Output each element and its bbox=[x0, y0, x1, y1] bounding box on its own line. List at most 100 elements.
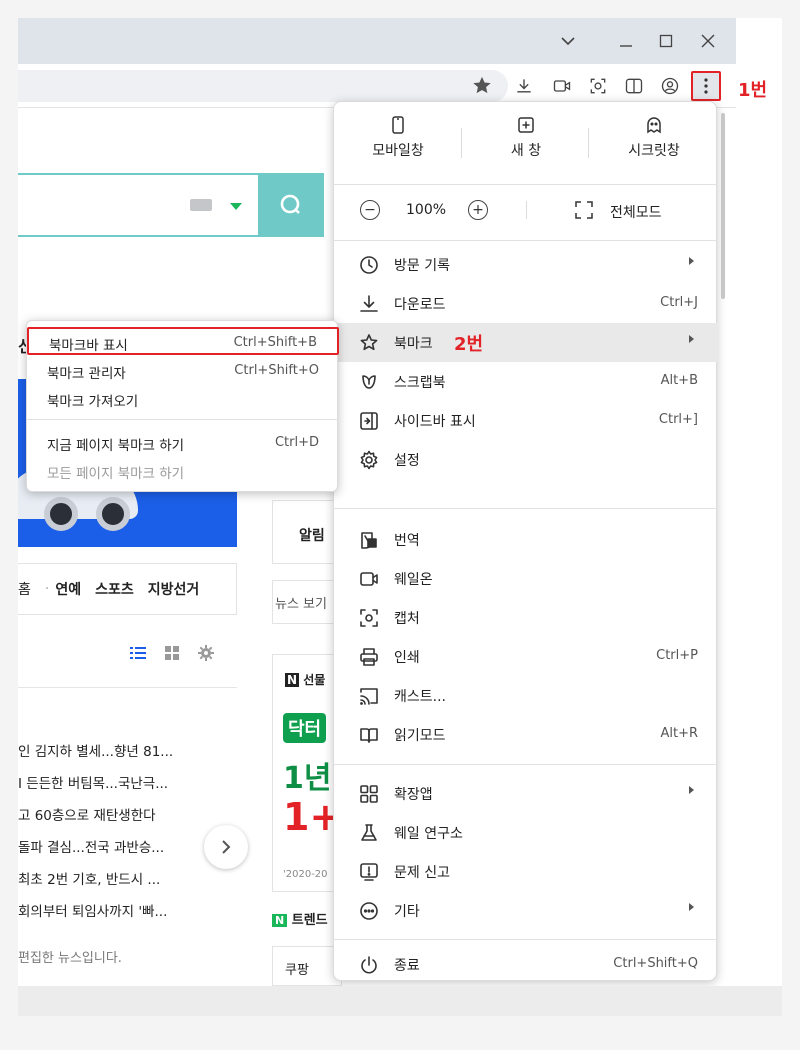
submenu-item-bookmark-this-page[interactable]: 지금 페이지 북마크 하기 Ctrl+D bbox=[27, 429, 339, 457]
news-item[interactable]: 인 김지하 별세...향년 81... bbox=[18, 740, 173, 760]
translate-icon bbox=[358, 529, 380, 551]
menu-item-whale-lab[interactable]: 웨일 연구소 bbox=[334, 813, 718, 852]
menu-item-bookmarks[interactable]: 북마크 2번 bbox=[334, 323, 718, 362]
menu-item-cast[interactable]: 캐스트... bbox=[334, 676, 718, 715]
zoom-in-button[interactable]: + bbox=[468, 200, 488, 220]
menu-item-sidebar[interactable]: 사이드바 표시 Ctrl+] bbox=[334, 401, 718, 440]
submenu-item-bookmark-all-pages: 모든 페이지 북마크 하기 bbox=[47, 466, 185, 482]
new-window-icon bbox=[518, 117, 534, 133]
capture-icon bbox=[358, 607, 380, 629]
close-icon[interactable] bbox=[694, 28, 722, 54]
menu-item-settings[interactable]: 설정 bbox=[334, 440, 718, 479]
nav-entertainment[interactable]: 연예 bbox=[55, 579, 81, 599]
tab-list-chevron-icon[interactable] bbox=[554, 28, 582, 54]
list-view-icon[interactable] bbox=[130, 645, 146, 659]
submenu-item-import-bookmarks[interactable]: 북마크 가져오기 bbox=[27, 385, 339, 413]
menu-item-capture[interactable]: 캡처 bbox=[334, 598, 718, 637]
download-icon[interactable] bbox=[512, 74, 536, 98]
reading-mode-icon bbox=[358, 724, 380, 746]
step-1-callout: 1번 bbox=[738, 80, 768, 101]
new-window-button[interactable]: 새 창 bbox=[462, 114, 590, 174]
step-2-callout: 2번 bbox=[454, 334, 484, 355]
download-icon bbox=[358, 293, 380, 315]
main-menu-button[interactable] bbox=[691, 71, 721, 101]
gear-icon bbox=[358, 449, 380, 471]
menu-item-extensions[interactable]: 확장앱 bbox=[334, 774, 718, 813]
maximize-icon[interactable] bbox=[652, 28, 680, 54]
chevron-right-icon bbox=[689, 903, 694, 911]
extensions-icon bbox=[358, 783, 380, 805]
chevron-right-icon bbox=[689, 335, 694, 343]
menu-item-whale-on[interactable]: 웨일온 bbox=[334, 559, 718, 598]
bookmark-star-icon[interactable] bbox=[470, 74, 494, 98]
power-icon bbox=[358, 954, 380, 976]
report-icon bbox=[358, 861, 380, 883]
trend-box[interactable]: 쿠팡 bbox=[272, 946, 342, 986]
fullscreen-icon[interactable] bbox=[574, 200, 594, 224]
mobile-window-icon bbox=[392, 116, 404, 134]
menu-item-reading-mode[interactable]: 읽기모드 Alt+R bbox=[334, 715, 718, 754]
news-item[interactable]: 최초 2번 기호, 반드시 ... bbox=[18, 868, 160, 888]
nav-local-election[interactable]: 지방선거 bbox=[148, 579, 200, 599]
fullscreen-button[interactable]: 전체모드 bbox=[610, 202, 662, 222]
menu-item-more[interactable]: 기타 bbox=[334, 891, 718, 930]
cast-icon bbox=[358, 685, 380, 707]
zoom-controls: − 100% + 전체모드 bbox=[334, 190, 718, 230]
news-item[interactable]: 고 60층으로 재탄생한다 bbox=[18, 804, 156, 824]
main-menu: 모바일창 새 창 시크릿창 − 100% + 전체모드 방문 기록 다운로드 C… bbox=[333, 101, 718, 981]
secret-window-icon bbox=[647, 117, 661, 134]
chevron-right-icon bbox=[222, 840, 231, 854]
menu-item-downloads[interactable]: 다운로드 Ctrl+J bbox=[334, 284, 718, 323]
capture-icon[interactable] bbox=[586, 74, 610, 98]
news-view-tab[interactable]: 뉴스 보기 bbox=[272, 580, 342, 624]
browser-window: 신 홈 · 연예 스포츠 지방선거 인 김지하 별세...향년 81... bbox=[18, 18, 782, 986]
gear-icon[interactable] bbox=[198, 645, 214, 661]
menu-item-history[interactable]: 방문 기록 bbox=[334, 245, 718, 284]
nav-home[interactable]: 홈 bbox=[18, 579, 31, 599]
menu-scrollbar[interactable] bbox=[721, 113, 725, 299]
grid-view-icon[interactable] bbox=[164, 645, 180, 660]
menu-item-print[interactable]: 인쇄 Ctrl+P bbox=[334, 637, 718, 676]
menu-item-scrapbook[interactable]: 스크랩북 Alt+B bbox=[334, 362, 718, 401]
whale-on-icon bbox=[358, 568, 380, 590]
submenu-item-bookmark-manager[interactable]: 북마크 관리자 Ctrl+Shift+O bbox=[27, 357, 339, 385]
more-circle-icon bbox=[358, 900, 380, 922]
alert-tab[interactable]: 알림 bbox=[272, 500, 342, 564]
lab-flask-icon bbox=[358, 822, 380, 844]
whale-on-icon[interactable] bbox=[550, 74, 574, 98]
news-item[interactable]: 회의부터 퇴임사까지 '빠... bbox=[18, 900, 167, 920]
menu-item-translate[interactable]: 번역 bbox=[334, 520, 718, 559]
mobile-window-button[interactable]: 모바일창 bbox=[334, 114, 462, 174]
next-arrow-button[interactable] bbox=[204, 825, 248, 869]
view-tools bbox=[130, 645, 214, 661]
chevron-right-icon bbox=[689, 257, 694, 265]
caret-down-icon[interactable] bbox=[230, 203, 242, 210]
zoom-level: 100% bbox=[406, 202, 447, 218]
history-icon bbox=[358, 254, 380, 276]
submenu-item-show-bookmark-bar[interactable]: 북마크바 표시 Ctrl+Shift+B bbox=[27, 327, 339, 355]
shopping-ad[interactable]: N 선물 닥터 1년 1+ '2020-20 bbox=[272, 654, 342, 892]
search-input[interactable] bbox=[18, 173, 258, 237]
print-icon bbox=[358, 646, 380, 668]
minimize-icon[interactable] bbox=[612, 28, 640, 54]
address-bar[interactable] bbox=[18, 70, 508, 102]
profile-icon[interactable] bbox=[658, 74, 682, 98]
star-icon bbox=[358, 332, 380, 354]
nav-sports[interactable]: 스포츠 bbox=[95, 579, 134, 599]
title-bar bbox=[18, 18, 736, 64]
menu-item-report[interactable]: 문제 신고 bbox=[334, 852, 718, 891]
trend-heading: N 트렌드 bbox=[272, 909, 328, 928]
zoom-out-button[interactable]: − bbox=[360, 200, 380, 220]
news-item[interactable]: 돌파 결심...전국 과반승... bbox=[18, 836, 164, 856]
secret-window-button[interactable]: 시크릿창 bbox=[590, 114, 718, 174]
chevron-right-icon bbox=[689, 786, 694, 794]
bookmark-submenu: 북마크바 표시 Ctrl+Shift+B 북마크 관리자 Ctrl+Shift+… bbox=[26, 320, 339, 492]
sidebar-split-icon[interactable] bbox=[622, 74, 646, 98]
keyboard-icon[interactable] bbox=[190, 199, 212, 211]
search-button[interactable] bbox=[258, 173, 324, 237]
window-actions: 모바일창 새 창 시크릿창 bbox=[334, 114, 718, 174]
kebab-icon bbox=[704, 78, 708, 94]
naver-n-icon: N bbox=[272, 914, 288, 927]
menu-item-exit[interactable]: 종료 Ctrl+Shift+Q bbox=[334, 949, 718, 979]
news-item[interactable]: I 든든한 버팀목...국난극... bbox=[18, 772, 168, 792]
